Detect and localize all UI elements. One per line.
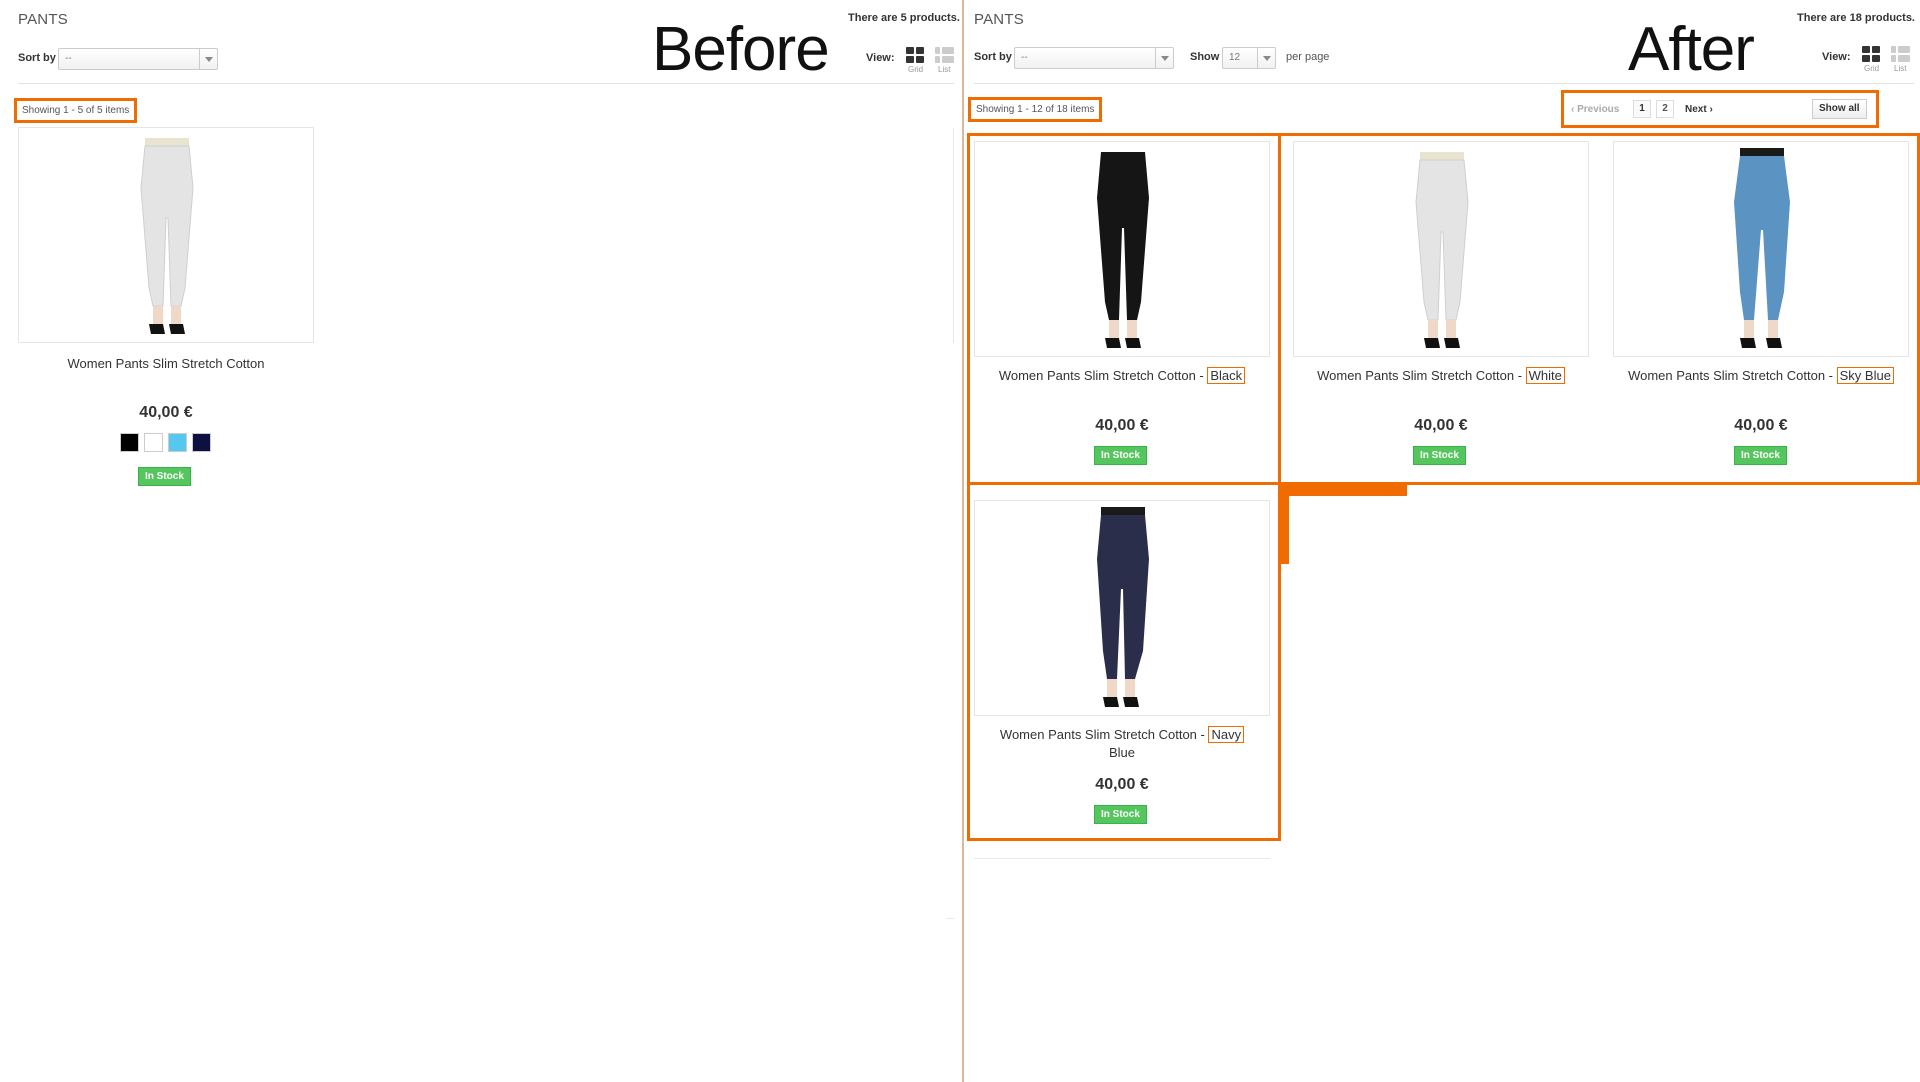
product-image[interactable]: [974, 500, 1270, 716]
product-price: 40,00 €: [1095, 776, 1149, 793]
chevron-down-icon: [199, 49, 217, 69]
next-link[interactable]: Next ›: [1685, 104, 1713, 115]
showing-count: Showing 1 - 12 of 18 items: [968, 97, 1103, 122]
swatch-white[interactable]: [144, 433, 163, 452]
after-label: After: [1628, 15, 1755, 84]
per-page-label: per page: [1286, 51, 1330, 63]
view-label: View:: [866, 52, 895, 64]
product-color-tag: Navy: [1208, 726, 1245, 743]
before-panel: PANTS Before There are 5 products. Sort …: [0, 0, 962, 1082]
swatch-sky-blue[interactable]: [168, 433, 187, 452]
product-name-text: Women Pants Slim Stretch Cotton -: [999, 727, 1209, 742]
product-color-tag: White: [1525, 367, 1565, 384]
product-image[interactable]: [18, 127, 314, 343]
grid-bottom-line: [974, 858, 1270, 859]
swatch-navy[interactable]: [192, 433, 211, 452]
list-caption: List: [938, 65, 951, 74]
product-name-text: Women Pants Slim Stretch Cotton -: [998, 368, 1208, 383]
product-name[interactable]: Women Pants Slim Stretch Cotton - White: [1293, 367, 1589, 385]
grid-edge: [953, 128, 954, 343]
page-1-button[interactable]: 1: [1633, 100, 1651, 118]
show-all-button[interactable]: Show all: [1812, 99, 1867, 119]
pants-figure: [140, 138, 194, 334]
product-price: 40,00 €: [1095, 417, 1149, 434]
pants-image: [140, 138, 194, 334]
product-image[interactable]: [974, 141, 1270, 357]
product-price: 40,00 €: [1414, 417, 1468, 434]
product-name[interactable]: Women Pants Slim Stretch Cotton - Navy B…: [974, 726, 1270, 762]
bottom-mark: [946, 918, 954, 919]
category-title: PANTS: [18, 11, 68, 28]
pants-figure: [1097, 152, 1149, 348]
product-image[interactable]: [1613, 141, 1909, 357]
highlight-tab: [1279, 482, 1407, 496]
per-page-select[interactable]: 12: [1222, 47, 1276, 69]
category-title: PANTS: [974, 11, 1024, 28]
list-caption: List: [1894, 64, 1907, 73]
stock-badge: In Stock: [1734, 446, 1787, 465]
before-label: Before: [652, 15, 830, 84]
product-name-tail: Blue: [1108, 745, 1136, 760]
product-name-text: Women Pants Slim Stretch Cotton -: [1317, 368, 1526, 383]
toolbar-divider: [974, 83, 1914, 84]
previous-link[interactable]: ‹ Previous: [1571, 104, 1619, 115]
next-label: Next: [1685, 104, 1707, 115]
sort-select-value: --: [1021, 52, 1028, 63]
product-color-tag: Sky Blue: [1836, 367, 1894, 384]
product-price: 40,00 €: [1734, 417, 1788, 434]
split-divider: [962, 0, 964, 1082]
product-price: 40,00 €: [139, 404, 193, 421]
previous-label: Previous: [1577, 104, 1620, 115]
pants-figure: [1734, 148, 1790, 348]
highlight-tab-side: [1279, 482, 1289, 564]
after-panel: PANTS After There are 18 products. Sort …: [966, 0, 1920, 1082]
show-label: Show: [1190, 51, 1220, 63]
product-name[interactable]: Women Pants Slim Stretch Cotton - Sky Bl…: [1613, 367, 1909, 385]
stock-badge: In Stock: [1094, 446, 1147, 465]
product-count: There are 5 products.: [848, 12, 960, 24]
chevron-down-icon: [1155, 48, 1173, 68]
chevron-right-icon: ›: [1706, 104, 1713, 115]
sort-label: Sort by: [974, 51, 1012, 63]
grid-caption: Grid: [908, 65, 924, 74]
product-count: There are 18 products.: [1797, 12, 1915, 24]
showing-count: Showing 1 - 5 of 5 items: [14, 98, 138, 123]
pants-image: [1415, 152, 1469, 348]
sort-select[interactable]: --: [1014, 47, 1174, 69]
swatch-black[interactable]: [120, 433, 139, 452]
grid-caption: Grid: [1864, 64, 1880, 73]
chevron-down-icon: [1257, 48, 1275, 68]
product-name-text: Women Pants Slim Stretch Cotton -: [1628, 368, 1837, 383]
product-image[interactable]: [1293, 141, 1589, 357]
product-name[interactable]: Women Pants Slim Stretch Cotton: [18, 355, 314, 373]
stock-badge: In Stock: [1413, 446, 1466, 465]
view-label: View:: [1822, 51, 1851, 63]
pants-figure: [1415, 152, 1469, 348]
pants-image: [1097, 507, 1149, 707]
pants-image: [1734, 148, 1790, 348]
stock-badge: In Stock: [1094, 805, 1147, 824]
sort-select-value: --: [65, 53, 72, 64]
product-name[interactable]: Women Pants Slim Stretch Cotton - Black: [974, 367, 1270, 385]
sort-select[interactable]: --: [58, 48, 218, 70]
page-2-button[interactable]: 2: [1656, 100, 1674, 118]
pants-image: [1097, 152, 1149, 348]
sort-label: Sort by: [18, 52, 56, 64]
pants-figure: [1097, 507, 1149, 707]
product-color-tag: Black: [1207, 367, 1246, 384]
stock-badge: In Stock: [138, 467, 191, 486]
toolbar-divider: [18, 83, 954, 84]
per-page-value: 12: [1229, 52, 1241, 63]
